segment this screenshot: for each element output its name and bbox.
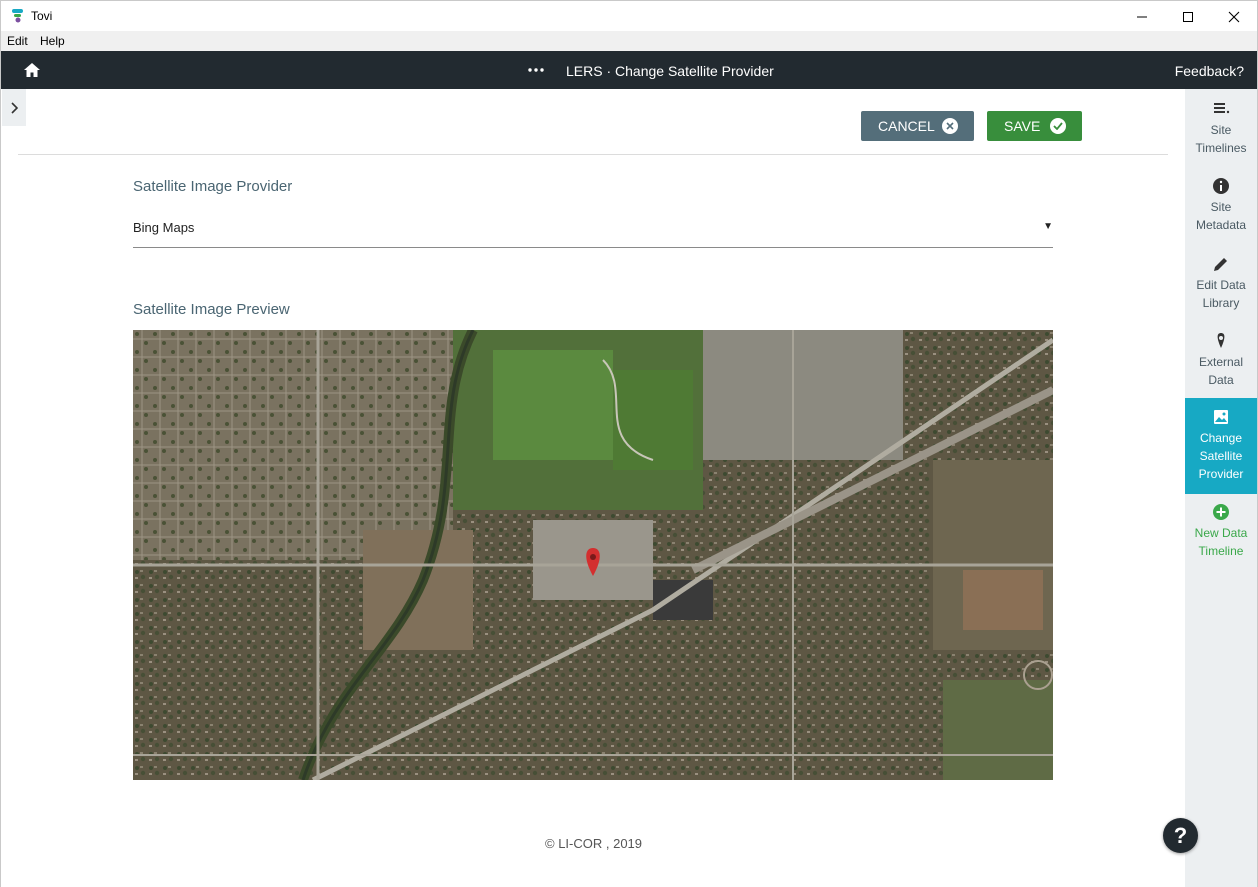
cancel-button[interactable]: CANCEL bbox=[861, 111, 974, 141]
menu-bar: Edit Help bbox=[0, 31, 1258, 51]
close-icon bbox=[1228, 11, 1240, 22]
tovi-logo-icon bbox=[12, 9, 23, 23]
help-button[interactable]: ? bbox=[1163, 818, 1198, 853]
sidebar-item-label: Data bbox=[1208, 373, 1234, 387]
sidebar-item-label: Provider bbox=[1198, 467, 1244, 481]
satellite-image bbox=[133, 330, 1053, 780]
sidebar-item-label: Site bbox=[1210, 123, 1232, 137]
sidebar-item-label: External bbox=[1198, 355, 1244, 369]
sidebar-item-site-metadata[interactable]: Site Metadata bbox=[1185, 176, 1257, 246]
feedback-link[interactable]: Feedback? bbox=[1175, 63, 1244, 79]
provider-select[interactable]: Bing Maps ▼ bbox=[133, 211, 1053, 248]
sidebar-item-label: Metadata bbox=[1195, 218, 1247, 232]
check-circle-icon bbox=[1050, 118, 1066, 134]
menu-help[interactable]: Help bbox=[40, 34, 65, 48]
map-pin-icon bbox=[1217, 333, 1225, 348]
cancel-button-label: CANCEL bbox=[878, 118, 935, 134]
dropdown-arrow-icon: ▼ bbox=[1043, 221, 1053, 232]
close-button[interactable] bbox=[1211, 1, 1257, 32]
save-button-label: SAVE bbox=[1004, 118, 1041, 134]
sidebar-item-label: Edit Data bbox=[1196, 278, 1246, 292]
add-circle-icon bbox=[1213, 504, 1229, 520]
sidebar-item-new-data-timeline[interactable]: New Data Timeline bbox=[1185, 502, 1257, 572]
provider-label: Satellite Image Provider bbox=[133, 178, 293, 195]
right-sidebar: Site Timelines Site Metadata Edit Data L… bbox=[1185, 89, 1257, 887]
home-icon bbox=[24, 63, 40, 77]
provider-select-value: Bing Maps bbox=[133, 220, 195, 235]
sidebar-item-site-timelines[interactable]: Site Timelines bbox=[1185, 99, 1257, 169]
sidebar-item-label: Library bbox=[1202, 296, 1240, 310]
list-icon bbox=[1214, 103, 1230, 114]
window-border-left bbox=[0, 31, 1, 887]
info-icon bbox=[1213, 178, 1229, 194]
sidebar-item-label: New Data bbox=[1194, 526, 1248, 540]
copyright-text: © LI-COR , 2019 bbox=[545, 836, 643, 851]
more-horizontal-icon bbox=[528, 68, 544, 72]
menu-edit[interactable]: Edit bbox=[7, 34, 28, 48]
maximize-button[interactable] bbox=[1165, 1, 1211, 32]
more-options-button[interactable] bbox=[526, 61, 546, 79]
sidebar-item-label: Timeline bbox=[1198, 544, 1244, 558]
sidebar-item-edit-data-library[interactable]: Edit Data Library bbox=[1185, 254, 1257, 324]
sidebar-item-label: Change bbox=[1199, 431, 1243, 445]
cancel-circle-icon bbox=[942, 118, 958, 134]
expand-panel-button[interactable] bbox=[2, 89, 26, 126]
window-title-bar: Tovi bbox=[0, 0, 1258, 31]
save-button[interactable]: SAVE bbox=[987, 111, 1082, 141]
sidebar-item-label: Timelines bbox=[1195, 141, 1247, 155]
sidebar-item-external-data[interactable]: External Data bbox=[1185, 331, 1257, 401]
preview-label: Satellite Image Preview bbox=[133, 301, 290, 318]
maximize-icon bbox=[1183, 11, 1193, 22]
sidebar-item-label: Satellite bbox=[1199, 449, 1243, 463]
app-header: LERS · Change Satellite Provider Feedbac… bbox=[0, 51, 1258, 89]
satellite-preview-image bbox=[133, 330, 1053, 780]
home-button[interactable] bbox=[18, 59, 46, 81]
chevron-right-icon bbox=[11, 101, 18, 114]
sidebar-item-label: Site bbox=[1210, 200, 1232, 214]
page-title: LERS · Change Satellite Provider bbox=[566, 63, 774, 79]
image-icon bbox=[1214, 410, 1228, 424]
minimize-button[interactable] bbox=[1119, 1, 1165, 32]
main-content: CANCEL SAVE Satellite Image Provider Bin… bbox=[2, 89, 1185, 887]
sidebar-item-change-satellite-provider[interactable]: Change Satellite Provider bbox=[1185, 398, 1257, 494]
minimize-icon bbox=[1137, 16, 1147, 17]
header-divider bbox=[18, 154, 1168, 155]
pencil-icon bbox=[1214, 258, 1227, 271]
window-title: Tovi bbox=[31, 9, 53, 23]
